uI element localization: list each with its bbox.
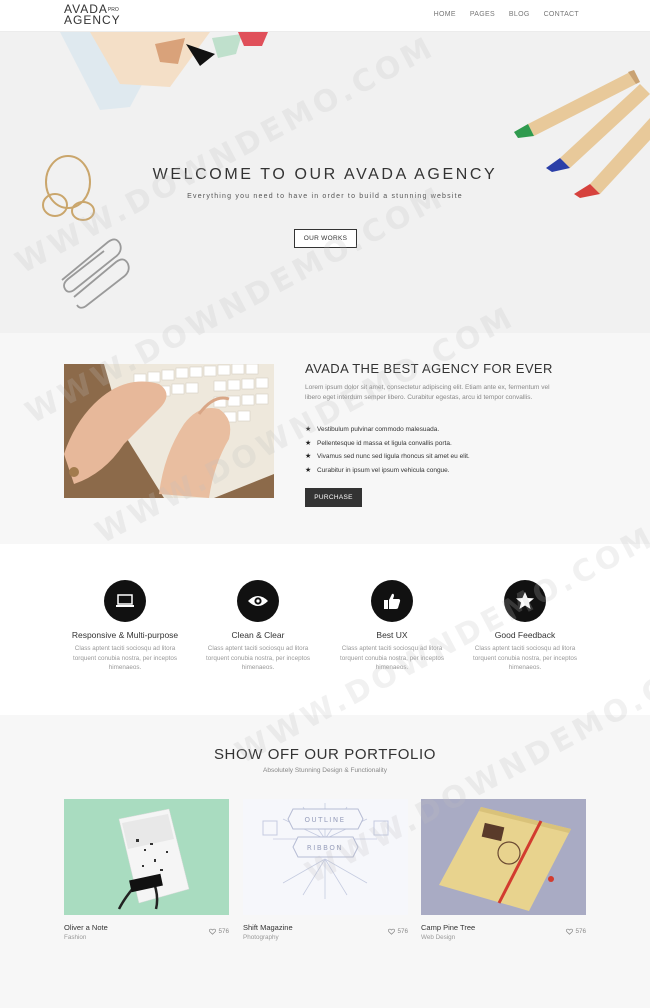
feature-title: Good Feedback xyxy=(494,630,556,640)
features-section: Responsive & Multi-purpose Class aptent … xyxy=(0,544,650,715)
feature-best-ux: Best UX Class aptent taciti sociosqu ad … xyxy=(332,580,452,673)
rubber-band-3 xyxy=(71,201,95,221)
portfolio-thumb-notebook[interactable] xyxy=(421,799,586,915)
portfolio-item-name[interactable]: Oliver a Note xyxy=(64,923,108,932)
nav-blog[interactable]: BLOG xyxy=(509,11,530,18)
star-icon xyxy=(516,592,534,609)
portfolio-section: SHOW OFF OUR PORTFOLIO Absolutely Stunni… xyxy=(0,715,650,1008)
purchase-button[interactable]: PURCHASE xyxy=(305,488,362,507)
portfolio-likes[interactable]: 576 xyxy=(566,928,586,935)
about-feature-list: ★ Vestibulum pulvinar commodo malesuada. … xyxy=(305,423,470,477)
list-item: ★ Pellentesque id massa et ligula convall… xyxy=(305,437,470,451)
main-nav: HOME PAGES BLOG CONTACT xyxy=(434,11,579,18)
portfolio-likes[interactable]: 576 xyxy=(388,928,408,935)
feature-responsive: Responsive & Multi-purpose Class aptent … xyxy=(65,580,185,673)
paper-sheet-red xyxy=(238,32,268,46)
portfolio-item-category[interactable]: Fashion xyxy=(64,934,86,941)
heart-icon xyxy=(209,928,217,935)
star-bullet-icon: ★ xyxy=(305,466,312,474)
about-section: AVADA THE BEST AGENCY FOR EVER Lorem ips… xyxy=(0,333,650,544)
feature-title: Responsive & Multi-purpose xyxy=(71,630,179,640)
feature-description: Class aptent taciti sociosqu ad litora t… xyxy=(206,645,310,672)
feature-description: Class aptent taciti sociosqu ad litora t… xyxy=(473,645,577,672)
site-header: AVADAPRO AGENCY HOME PAGES BLOG CONTACT xyxy=(0,0,650,32)
portfolio-title: SHOW OFF OUR PORTFOLIO xyxy=(213,746,437,763)
hero-section: WELCOME TO OUR AVADA AGENCY Everything y… xyxy=(0,32,650,333)
star-bullet-icon: ★ xyxy=(305,453,312,460)
star-bullet-icon: ★ xyxy=(305,426,312,433)
feature-description: Class aptent taciti sociosqu ad litora t… xyxy=(340,645,444,672)
portfolio-likes[interactable]: 576 xyxy=(209,928,229,935)
feature-title: Clean & Clear xyxy=(231,630,285,640)
heart-icon xyxy=(388,928,396,935)
ribbon-bottom-label: RIBBON xyxy=(307,844,343,852)
hero-title: WELCOME TO OUR AVADA AGENCY xyxy=(152,166,498,183)
feature-icon-circle xyxy=(104,580,146,622)
nav-pages[interactable]: PAGES xyxy=(470,11,495,18)
feature-description: Class aptent taciti sociosqu ad litora t… xyxy=(73,645,177,672)
laptop-icon xyxy=(116,594,134,607)
portfolio-item-name[interactable]: Shift Magazine xyxy=(243,923,293,932)
feature-title: Best UX xyxy=(376,630,408,640)
site-logo[interactable]: AVADAPRO AGENCY xyxy=(64,3,121,27)
feature-icon-circle xyxy=(237,580,279,622)
portfolio-item-category[interactable]: Photography xyxy=(243,934,279,941)
likes-count: 576 xyxy=(575,928,586,935)
about-text: Lorem ipsum dolor sit amet, consectetur … xyxy=(305,384,550,401)
feature-clean: Clean & Clear Class aptent taciti socios… xyxy=(198,580,318,673)
portfolio-thumb-ribbon[interactable]: OUTLINE RIBBON xyxy=(243,799,408,915)
likes-count: 576 xyxy=(397,928,408,935)
logo-badge: PRO xyxy=(107,7,119,13)
about-title: AVADA THE BEST AGENCY FOR EVER xyxy=(305,361,553,376)
eye-icon xyxy=(248,596,268,606)
our-works-button[interactable]: OUR WORKS xyxy=(294,229,357,248)
feature-good-feedback: Good Feedback Class aptent taciti socios… xyxy=(465,580,585,673)
portfolio-item-name[interactable]: Camp Pine Tree xyxy=(421,923,475,932)
thumbs-up-icon xyxy=(384,593,401,609)
feature-icon-circle xyxy=(504,580,546,622)
list-item: ★ Vivamus sed nunc sed ligula rhoncus sit… xyxy=(305,450,470,464)
portfolio-subtitle: Absolutely Stunning Design & Functionali… xyxy=(263,767,387,774)
portfolio-item[interactable]: OUTLINE RIBBON Shift Magazine Photograph… xyxy=(243,799,408,941)
nav-home[interactable]: HOME xyxy=(434,11,456,18)
portfolio-thumb-business-cards[interactable] xyxy=(64,799,229,915)
portfolio-item[interactable]: Camp Pine Tree Web Design 576 xyxy=(421,799,586,941)
feature-icon-circle xyxy=(371,580,413,622)
list-item: ★ Vestibulum pulvinar commodo malesuada. xyxy=(305,423,470,437)
logo-line2: AGENCY xyxy=(64,13,121,27)
paper-sheet-green xyxy=(212,34,242,58)
pencil-red xyxy=(574,118,650,198)
likes-count: 576 xyxy=(218,928,229,935)
portfolio-item-category[interactable]: Web Design xyxy=(421,934,455,941)
nav-contact[interactable]: CONTACT xyxy=(544,11,579,18)
portfolio-item[interactable]: Oliver a Note Fashion 576 xyxy=(64,799,229,941)
hero-subtitle: Everything you need to have in order to … xyxy=(187,193,463,200)
ribbon-top-label: OUTLINE xyxy=(304,816,345,824)
list-item: ★ Curabitur in ipsum vel ipsum vehicula c… xyxy=(305,464,470,478)
typing-hands-image xyxy=(64,364,274,498)
heart-icon xyxy=(566,928,574,935)
star-bullet-icon: ★ xyxy=(305,439,312,447)
